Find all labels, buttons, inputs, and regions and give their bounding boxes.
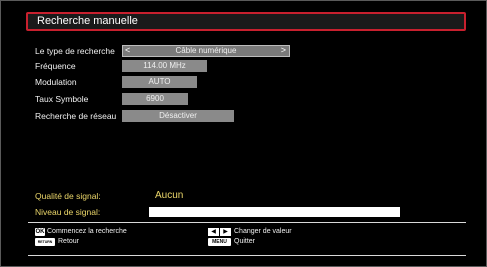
signal-level-label: Niveau de signal:: [35, 207, 101, 217]
frequency-value[interactable]: 114.00 MHz: [122, 60, 207, 72]
footer-divider: [28, 222, 466, 223]
manual-search-screen: Recherche manuelle Le type de recherche …: [0, 0, 487, 267]
symbol-rate-label: Taux Symbole: [35, 94, 89, 104]
modulation-value[interactable]: AUTO: [122, 76, 197, 88]
arrow-right-icon: ▶: [220, 228, 231, 236]
symbol-rate-value[interactable]: 6900: [122, 93, 188, 105]
bottom-divider: [28, 255, 466, 256]
signal-level-bar: [149, 207, 400, 217]
ok-key-icon: OK: [35, 228, 45, 236]
change-value-label: Changer de valeur: [234, 228, 292, 235]
signal-quality-value: Aucun: [155, 190, 184, 201]
network-search-value[interactable]: Désactiver: [122, 110, 234, 122]
signal-quality-label: Qualité de signal:: [35, 191, 101, 201]
return-key-icon: RETURN: [35, 238, 55, 246]
arrow-left-icon: ◀: [208, 228, 219, 236]
frequency-label: Fréquence: [35, 61, 76, 71]
search-type-selector[interactable]: < Câble numérique >: [122, 45, 290, 57]
menu-key-label: Quitter: [234, 238, 256, 245]
ok-key-label: Commencez la recherche: [47, 228, 127, 235]
return-key-label: Retour: [58, 238, 80, 245]
chevron-left-icon[interactable]: <: [125, 45, 130, 55]
chevron-right-icon[interactable]: >: [281, 45, 286, 55]
page-title: Recherche manuelle: [26, 12, 466, 31]
left-right-keys: ◀ ▶: [208, 228, 231, 236]
network-search-label: Recherche de réseau: [35, 111, 117, 121]
search-type-value: Câble numérique: [175, 46, 237, 55]
modulation-label: Modulation: [35, 77, 77, 87]
menu-key-icon: MENU: [208, 238, 231, 246]
search-type-label: Le type de recherche: [35, 46, 115, 56]
